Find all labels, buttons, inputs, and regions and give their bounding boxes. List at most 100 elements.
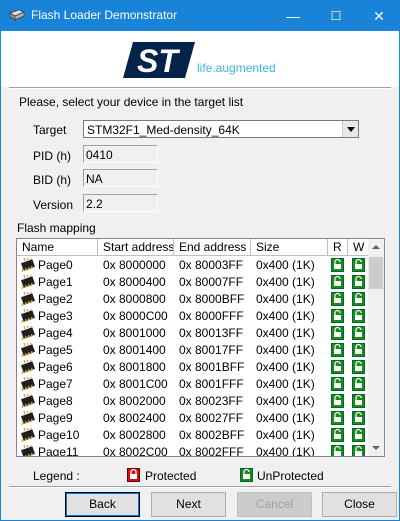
read-unprotected-lock-icon[interactable] xyxy=(331,309,344,323)
read-unprotected-lock-icon[interactable] xyxy=(331,258,344,272)
table-row[interactable]: Page4 0x 8001000 0x 80013FF 0x400 (1K) xyxy=(17,323,370,342)
write-unprotected-lock-icon[interactable] xyxy=(352,343,365,357)
read-unprotected-lock-icon[interactable] xyxy=(331,360,344,374)
col-start-address[interactable]: Start address xyxy=(98,239,174,256)
write-unprotected-lock-icon[interactable] xyxy=(352,292,365,306)
version-label: Version xyxy=(33,198,74,212)
write-unprotected-lock-icon[interactable] xyxy=(352,360,365,374)
vertical-scrollbar[interactable] xyxy=(368,239,384,456)
app-icon xyxy=(9,9,25,21)
read-unprotected-lock-icon[interactable] xyxy=(331,445,344,456)
chevron-down-icon[interactable] xyxy=(342,121,358,137)
col-write[interactable]: W xyxy=(348,239,370,256)
row-start-address: 0x 8001000 xyxy=(103,326,166,340)
row-name: Page0 xyxy=(38,258,73,272)
st-logo-icon: ST xyxy=(123,42,195,79)
version-field: 2.2 xyxy=(83,194,158,212)
scroll-up-icon[interactable] xyxy=(368,239,384,256)
row-name: Page10 xyxy=(38,428,80,442)
memory-chip-icon xyxy=(20,374,36,394)
table-row[interactable]: Page3 0x 8000C00 0x 8000FFF 0x400 (1K) xyxy=(17,306,370,325)
target-value: STM32F1_Med-density_64K xyxy=(87,123,240,137)
table-row[interactable]: Page2 0x 8000800 0x 8000BFF 0x400 (1K) xyxy=(17,289,370,308)
write-unprotected-lock-icon[interactable] xyxy=(352,428,365,442)
row-size: 0x400 (1K) xyxy=(256,411,315,425)
write-unprotected-lock-icon[interactable] xyxy=(352,394,365,408)
row-name: Page11 xyxy=(38,445,79,457)
title-bar[interactable]: Flash Loader Demonstrator — ☐ ✕ xyxy=(1,1,399,31)
read-unprotected-lock-icon[interactable] xyxy=(331,292,344,306)
table-row[interactable]: Page0 0x 8000000 0x 80003FF 0x400 (1K) xyxy=(17,255,370,275)
table-row[interactable]: Page1 0x 8000400 0x 80007FF 0x400 (1K) xyxy=(17,272,370,292)
row-start-address: 0x 8000400 xyxy=(103,275,166,289)
read-unprotected-lock-icon[interactable] xyxy=(331,275,344,289)
close-window-button[interactable]: ✕ xyxy=(364,1,394,31)
row-start-address: 0x 8001C00 xyxy=(103,377,168,391)
col-end-address[interactable]: End address xyxy=(174,239,251,256)
row-name: Page7 xyxy=(38,377,73,391)
minimize-button[interactable]: — xyxy=(278,1,308,31)
back-button[interactable]: Back xyxy=(65,492,140,517)
read-unprotected-lock-icon[interactable] xyxy=(331,377,344,391)
row-end-address: 0x 80003FF xyxy=(179,258,244,272)
write-unprotected-lock-icon[interactable] xyxy=(352,377,365,391)
read-unprotected-lock-icon[interactable] xyxy=(331,343,344,357)
memory-chip-icon xyxy=(20,408,36,428)
flash-mapping-label: Flash mapping xyxy=(17,221,96,235)
read-unprotected-lock-icon[interactable] xyxy=(331,326,344,340)
scroll-thumb[interactable] xyxy=(369,257,383,289)
write-unprotected-lock-icon[interactable] xyxy=(352,275,365,289)
table-row[interactable]: Page7 0x 8001C00 0x 8001FFF 0x400 (1K) xyxy=(17,374,370,394)
row-end-address: 0x 8000BFF xyxy=(179,292,245,306)
read-unprotected-lock-icon[interactable] xyxy=(331,394,344,408)
table-row[interactable]: Page6 0x 8001800 0x 8001BFF 0x400 (1K) xyxy=(17,357,370,376)
close-button[interactable]: Close xyxy=(322,492,397,517)
row-start-address: 0x 8001400 xyxy=(103,343,166,357)
write-unprotected-lock-icon[interactable] xyxy=(352,326,365,340)
row-start-address: 0x 8000000 xyxy=(103,258,166,272)
write-unprotected-lock-icon[interactable] xyxy=(352,411,365,425)
row-name: Page4 xyxy=(38,326,73,340)
row-name: Page1 xyxy=(38,275,73,289)
cancel-button[interactable]: Cancel xyxy=(237,492,312,517)
table-row[interactable]: Page5 0x 8001400 0x 80017FF 0x400 (1K) xyxy=(17,340,370,360)
table-row[interactable]: Page9 0x 8002400 0x 80027FF 0x400 (1K) xyxy=(17,408,370,428)
read-unprotected-lock-icon[interactable] xyxy=(331,428,344,442)
row-end-address: 0x 8002BFF xyxy=(179,428,245,442)
maximize-button[interactable]: ☐ xyxy=(321,1,351,31)
row-end-address: 0x 8000FFF xyxy=(179,309,244,323)
row-start-address: 0x 8002C00 xyxy=(103,445,168,457)
write-unprotected-lock-icon[interactable] xyxy=(352,309,365,323)
divider-bottom xyxy=(9,486,391,488)
write-unprotected-lock-icon[interactable] xyxy=(352,258,365,272)
memory-chip-icon xyxy=(20,255,36,275)
row-size: 0x400 (1K) xyxy=(256,309,315,323)
scroll-down-icon[interactable] xyxy=(368,439,384,456)
read-unprotected-lock-icon[interactable] xyxy=(331,411,344,425)
row-name: Page8 xyxy=(38,394,73,408)
col-name[interactable]: Name xyxy=(17,239,98,256)
memory-chip-icon xyxy=(20,272,36,292)
row-name: Page5 xyxy=(38,343,73,357)
pid-label: PID (h) xyxy=(33,149,72,163)
table-row[interactable]: Page10 0x 8002800 0x 8002BFF 0x400 (1K) xyxy=(17,425,370,444)
flash-mapping-list[interactable]: Name Start address End address Size R W … xyxy=(16,238,385,457)
col-read[interactable]: R xyxy=(328,239,348,256)
row-size: 0x400 (1K) xyxy=(256,377,315,391)
memory-chip-icon xyxy=(20,340,36,360)
table-row[interactable]: Page11 0x 8002C00 0x 8002FFF 0x400 (1K) xyxy=(17,442,370,457)
row-name: Page3 xyxy=(38,309,73,323)
write-unprotected-lock-icon[interactable] xyxy=(352,445,365,456)
bid-field: NA xyxy=(83,169,158,187)
next-button[interactable]: Next xyxy=(151,492,226,517)
target-select[interactable]: STM32F1_Med-density_64K xyxy=(83,120,359,138)
row-name: Page2 xyxy=(38,292,73,306)
row-start-address: 0x 8000800 xyxy=(103,292,166,306)
unprotected-lock-icon xyxy=(240,468,253,482)
protected-lock-icon xyxy=(127,468,140,482)
logo-tagline: life.augmented xyxy=(197,61,276,75)
row-start-address: 0x 8000C00 xyxy=(103,309,168,323)
col-size[interactable]: Size xyxy=(251,239,328,256)
row-end-address: 0x 80023FF xyxy=(179,394,244,408)
table-row[interactable]: Page8 0x 8002000 0x 80023FF 0x400 (1K) xyxy=(17,391,370,410)
